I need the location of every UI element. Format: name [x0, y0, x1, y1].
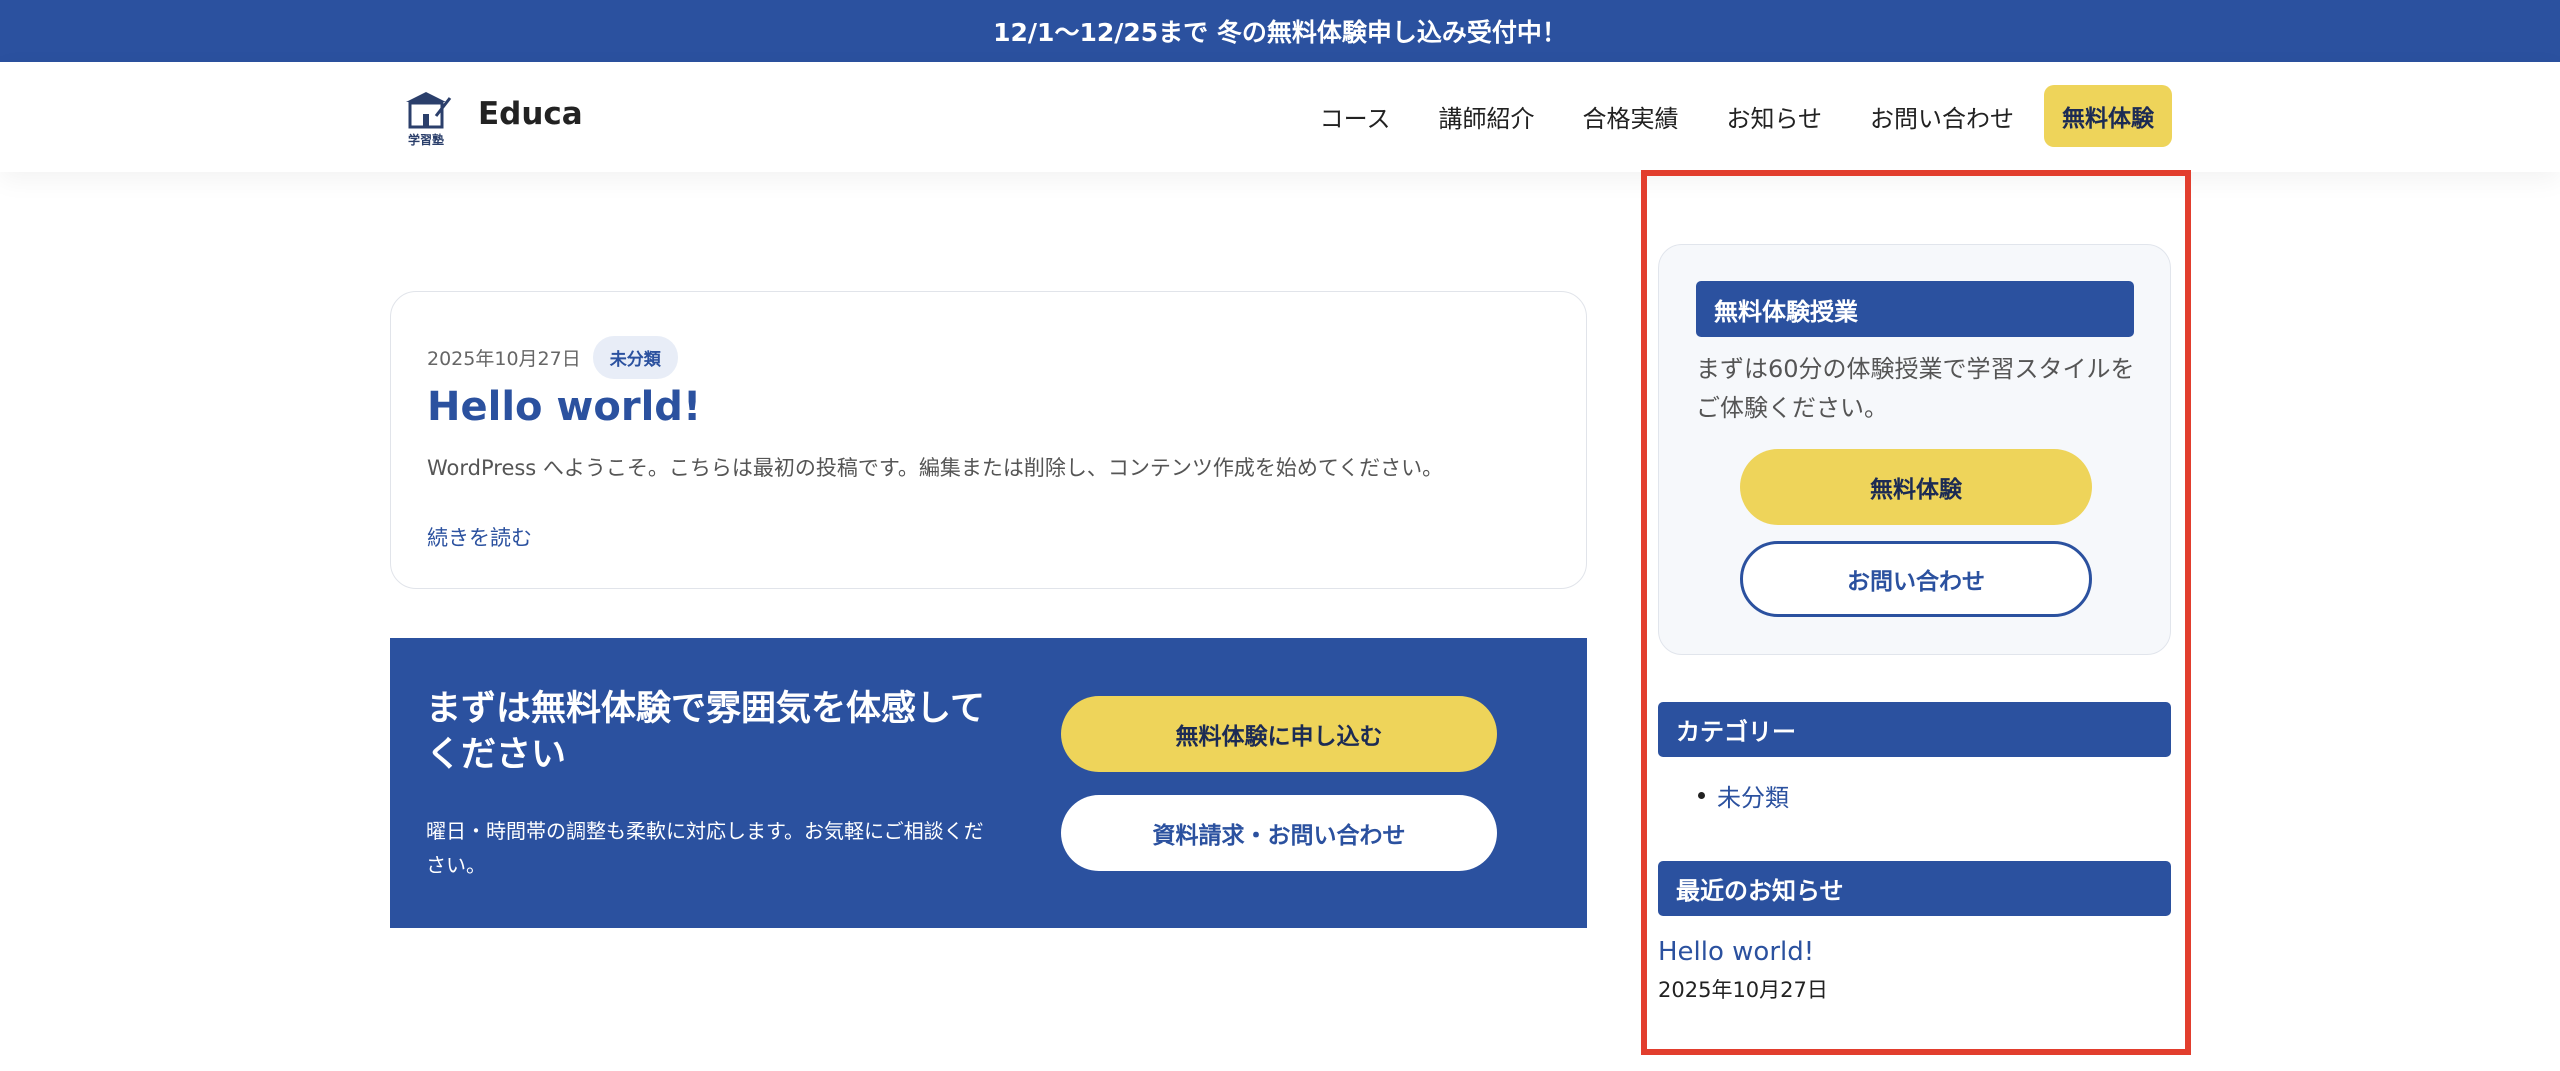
- post-meta: 2025年10月27日 未分類: [427, 336, 678, 379]
- nav-item-news[interactable]: お知らせ: [1726, 99, 1822, 134]
- recent-news-item-title[interactable]: Hello world!: [1658, 937, 1814, 967]
- category-item[interactable]: 未分類: [1698, 778, 1789, 813]
- trial-widget-text: まずは60分の体験授業で学習スタイルをご体験ください。: [1696, 355, 2135, 422]
- category-item-label[interactable]: 未分類: [1717, 778, 1789, 813]
- free-trial-nav-button[interactable]: 無料体験: [2044, 85, 2172, 147]
- post-excerpt: WordPress へようこそ。こちらは最初の投稿です。編集または削除し、コンテ…: [427, 456, 1444, 480]
- main-nav: コース 講師紹介 合格実績 お知らせ お問い合わせ 無料体験: [1272, 85, 2172, 147]
- free-trial-button[interactable]: 無料体験: [1740, 449, 2092, 525]
- post-title[interactable]: Hello world!: [427, 384, 701, 430]
- contact-button[interactable]: お問い合わせ: [1740, 541, 2092, 617]
- read-more-link[interactable]: 続きを読む: [427, 522, 532, 552]
- site-header: 学習塾 Educa コース 講師紹介 合格実績 お知らせ お問い合わせ 無料体験: [0, 62, 2560, 172]
- category-widget-heading: カテゴリー: [1658, 702, 2171, 757]
- trial-widget: 無料体験授業 まずは60分の体験授業で学習スタイルをご体験ください。 無料体験 …: [1658, 244, 2171, 655]
- nav-item-contact[interactable]: お問い合わせ: [1870, 99, 2014, 134]
- post-category-badge[interactable]: 未分類: [592, 336, 678, 379]
- school-logo-icon[interactable]: 学習塾: [392, 84, 460, 150]
- recent-news-heading: 最近のお知らせ: [1658, 861, 2171, 916]
- post-date: 2025年10月27日: [427, 348, 581, 370]
- cta-description: 曜日・時間帯の調整も柔軟に対応します。お気軽にご相談ください。: [426, 819, 984, 877]
- request-info-button[interactable]: 資料請求・お問い合わせ: [1061, 795, 1497, 871]
- cta-title: まずは無料体験で雰囲気を体感してください: [426, 689, 985, 775]
- nav-item-results[interactable]: 合格実績: [1582, 99, 1678, 134]
- announcement-text: 12/1〜12/25まで 冬の無料体験申し込み受付中！: [993, 18, 1567, 47]
- site-name[interactable]: Educa: [478, 96, 583, 132]
- apply-free-trial-button[interactable]: 無料体験に申し込む: [1061, 696, 1497, 772]
- nav-item-instructors[interactable]: 講師紹介: [1438, 99, 1534, 134]
- recent-news-item-date: 2025年10月27日: [1658, 978, 1828, 1002]
- nav-item-courses[interactable]: コース: [1320, 99, 1391, 134]
- bullet-icon: [1698, 792, 1705, 799]
- logo-caption: 学習塾: [408, 132, 444, 147]
- announcement-banner: 12/1〜12/25まで 冬の無料体験申し込み受付中！: [0, 0, 2560, 62]
- post-card: 2025年10月27日 未分類 Hello world! WordPress へ…: [390, 291, 1587, 589]
- cta-band: まずは無料体験で雰囲気を体感してください 曜日・時間帯の調整も柔軟に対応します。…: [390, 638, 1587, 928]
- trial-widget-heading: 無料体験授業: [1696, 281, 2134, 337]
